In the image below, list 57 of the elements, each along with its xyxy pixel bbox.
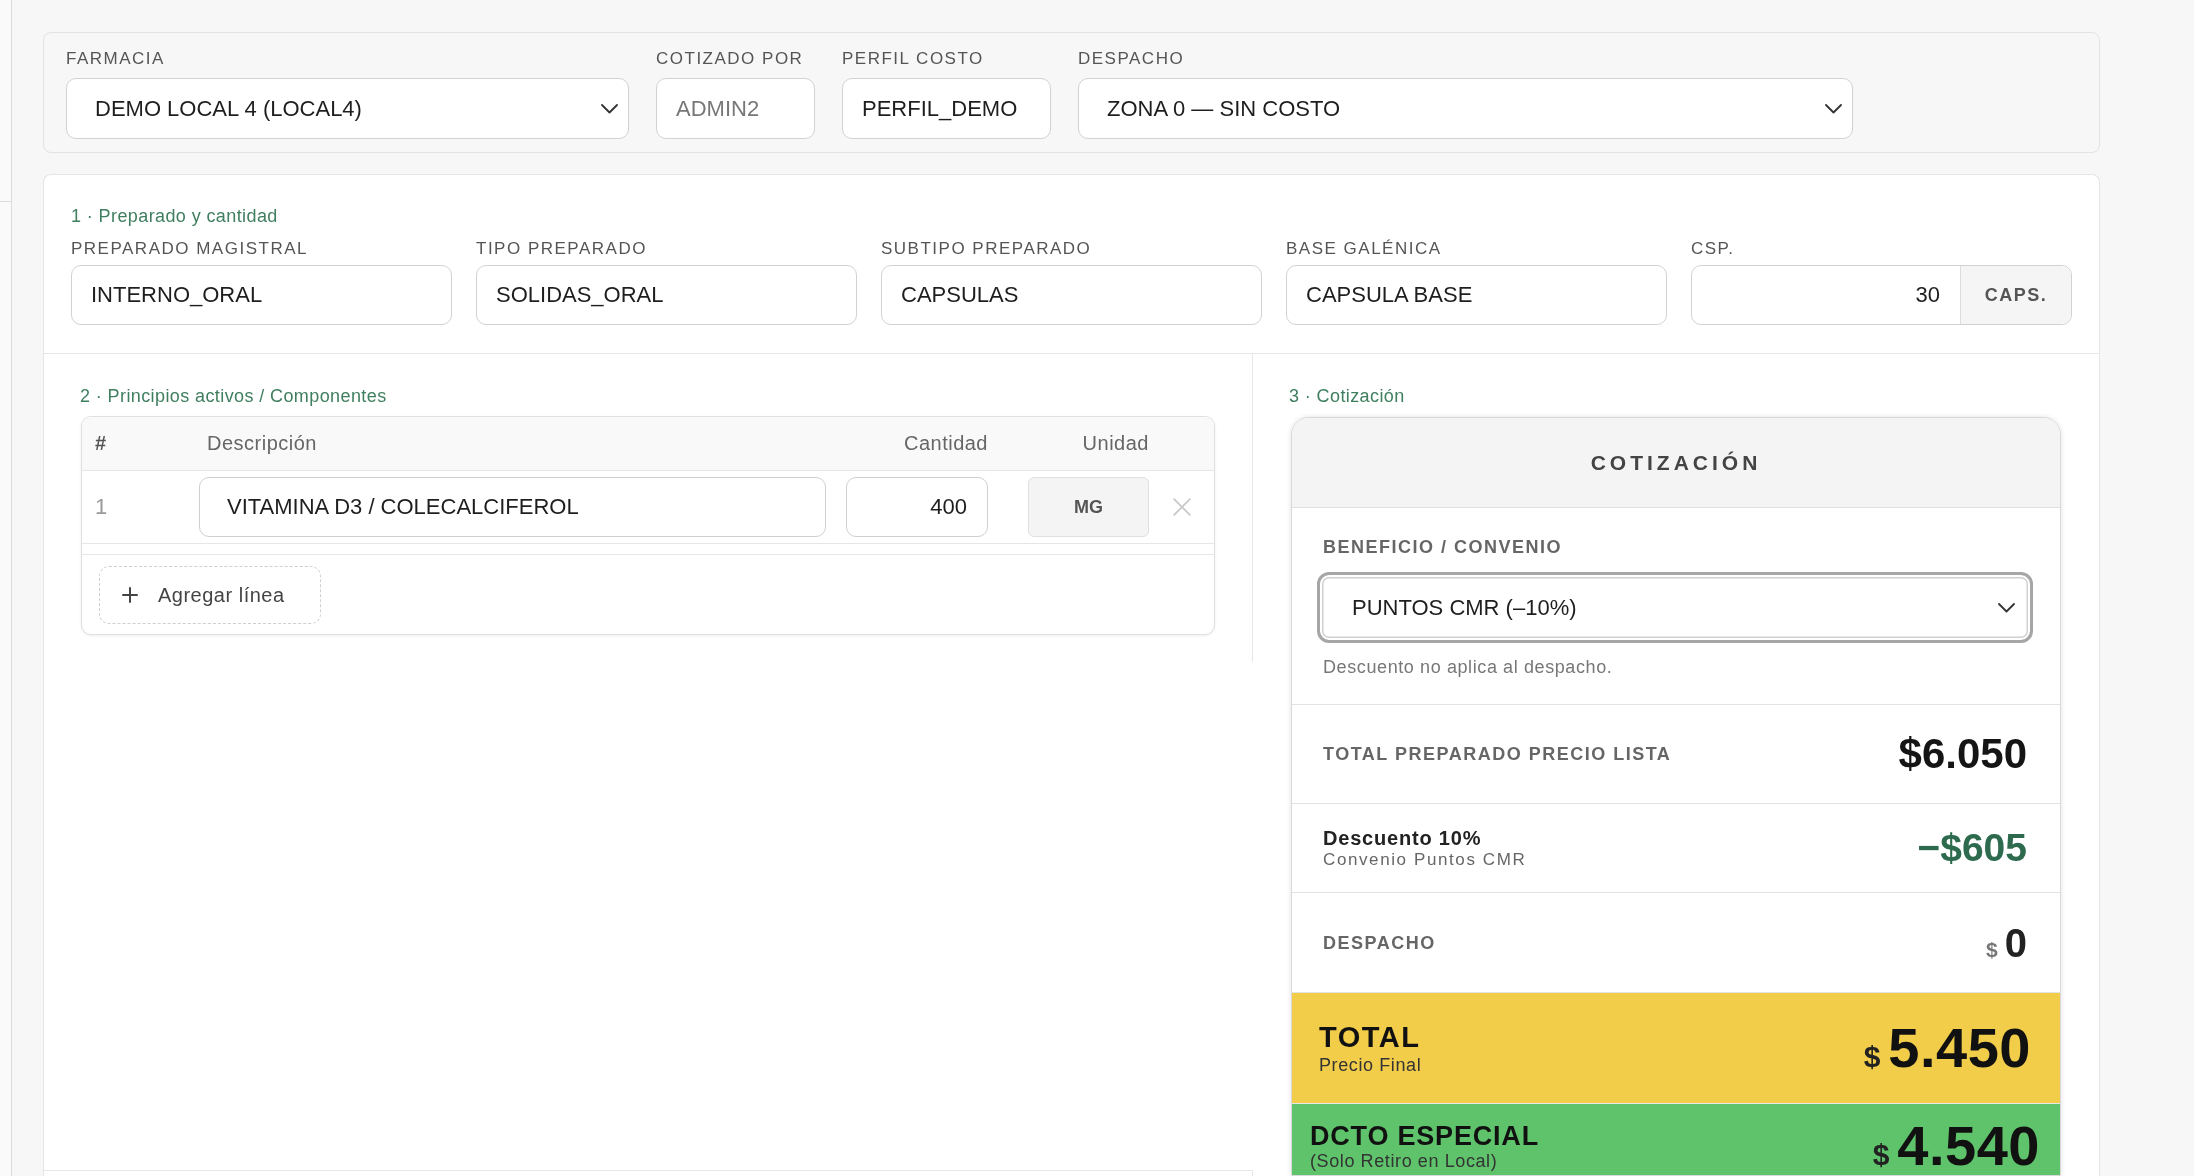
line-label: Descuento 10% <box>1323 826 1482 850</box>
line-amount: 0 <box>2004 919 2027 966</box>
text-field[interactable]: CAPSULAS <box>881 265 1262 325</box>
readonly-field: ADMIN2 <box>656 78 815 139</box>
field-label: BENEFICIO / CONVENIO <box>1323 536 1563 558</box>
unit-addon: CAPS. <box>1960 266 2071 324</box>
text-field[interactable]: INTERNO_ORAL <box>71 265 452 325</box>
quote-card-header: COTIZACIÓN <box>1292 418 2060 508</box>
currency-symbol: $ <box>1863 1040 1881 1074</box>
field-label: TIPO PREPARADO <box>476 239 647 259</box>
field-label: PERFIL COSTO <box>842 49 984 69</box>
line-label: DESPACHO <box>1323 931 1436 954</box>
section-title: 3 · Cotización <box>1289 385 1405 407</box>
close-icon <box>1172 498 1191 516</box>
dropdown-field[interactable]: PUNTOS CMR (–10%) <box>1317 572 2033 643</box>
hint-text: Descuento no aplica al despacho. <box>1323 656 1613 678</box>
chevron-down-icon <box>1998 602 2015 613</box>
chevron-down-icon <box>1825 103 1842 114</box>
column-header: Descripción <box>206 432 317 454</box>
remove-button[interactable] <box>1172 498 1191 516</box>
field-label: SUBTIPO PREPARADO <box>881 239 1092 259</box>
total-sublabel: Precio Final <box>1319 1054 1422 1076</box>
line-sublabel: Convenio Puntos CMR <box>1323 850 1527 870</box>
field-label: PREPARADO MAGISTRAL <box>71 239 308 259</box>
quantity-field[interactable]: 400 <box>846 477 988 537</box>
field-label: FARMACIA <box>66 49 165 69</box>
dropdown-field[interactable]: ZONA 0 — SIN COSTO <box>1078 78 1853 139</box>
column-header: # <box>95 432 107 454</box>
field-label: COTIZADO POR <box>656 49 804 69</box>
column-header: Cantidad <box>903 432 988 455</box>
add-line-button[interactable]: Agregar línea <box>99 566 321 624</box>
plus-icon <box>122 587 138 603</box>
currency-symbol: $ <box>1872 1137 1890 1172</box>
column-header: Unidad <box>1082 432 1149 455</box>
line-amount: −$605 <box>1917 825 2027 871</box>
chevron-down-icon <box>601 103 618 114</box>
line-amount: $6.050 <box>1898 730 2027 778</box>
total-label: DCTO ESPECIAL <box>1310 1120 1539 1151</box>
field-label: BASE GALÉNICA <box>1286 239 1442 259</box>
text-field[interactable]: CAPSULA BASE <box>1286 265 1667 325</box>
currency-symbol: $ <box>1986 937 1998 962</box>
row-number: 1 <box>95 494 108 519</box>
total-amount: 5.450 <box>1888 1020 2031 1076</box>
section-title: 1 · Preparado y cantidad <box>71 205 278 227</box>
unit-field: MG <box>1028 477 1149 537</box>
text-field[interactable]: SOLIDAS_ORAL <box>476 265 857 325</box>
field-label: CSP. <box>1691 239 1735 259</box>
line-label: TOTAL PREPARADO PRECIO LISTA <box>1323 743 1672 765</box>
text-field[interactable]: PERFIL_DEMO <box>842 78 1051 139</box>
total-amount: 4.540 <box>1897 1117 2040 1174</box>
field-label: DESPACHO <box>1078 49 1185 69</box>
total-sublabel: (Solo Retiro en Local) <box>1310 1150 1498 1171</box>
section-title: 2 · Principios activos / Componentes <box>80 385 387 407</box>
dropdown-field[interactable]: DEMO LOCAL 4 (LOCAL4) <box>66 78 629 139</box>
total-label: TOTAL <box>1319 1020 1421 1054</box>
description-field[interactable]: VITAMINA D3 / COLECALCIFEROL <box>199 477 826 537</box>
quantity-field[interactable]: 30 CAPS. <box>1691 265 2072 325</box>
